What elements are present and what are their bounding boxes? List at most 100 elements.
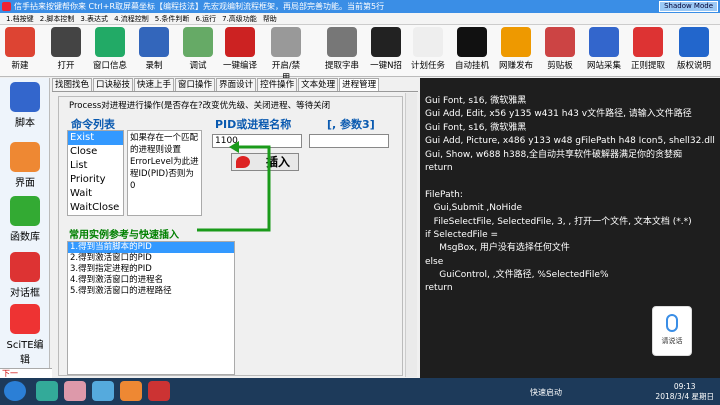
command-list[interactable]: Exist Close List Priority Wait WaitClose bbox=[67, 130, 124, 216]
toolbar-button[interactable]: 一键N招 bbox=[368, 27, 404, 75]
toolbar-button[interactable]: 一键编译 bbox=[222, 27, 258, 75]
shadow-mode-button[interactable]: Shadow Mode bbox=[659, 1, 718, 12]
command-item[interactable]: Close bbox=[68, 145, 123, 159]
toolbar-label: 新建 bbox=[11, 61, 29, 71]
sidebar-item[interactable]: 界面 bbox=[2, 142, 48, 189]
command-description: 如果存在一个匹配的进程则设置ErrorLevel为此进程ID(PID)否则为0 bbox=[127, 130, 202, 216]
tab[interactable]: 界面设计 bbox=[216, 78, 257, 91]
toolbar-button[interactable]: 网站采集 bbox=[586, 27, 622, 75]
sidebar-item[interactable]: SciTE编辑 bbox=[2, 304, 48, 366]
command-item[interactable]: Exist bbox=[68, 131, 123, 145]
tab[interactable]: 快速上手 bbox=[134, 78, 175, 91]
example-item[interactable]: 3.得到指定进程的PID bbox=[68, 264, 234, 275]
toolbar-button[interactable]: 录制 bbox=[136, 27, 172, 75]
toolbar-button[interactable]: 新建 bbox=[2, 27, 38, 75]
sidebar-label: 脚本 bbox=[15, 118, 35, 129]
toolbar-button[interactable]: 正则提取 bbox=[630, 27, 666, 75]
toolbar-label: 计划任务 bbox=[410, 61, 445, 71]
tab[interactable]: 进程管理 bbox=[339, 78, 380, 91]
command-item[interactable]: WaitClose bbox=[68, 201, 123, 215]
command-item[interactable]: Wait bbox=[68, 187, 123, 201]
start-button-icon[interactable] bbox=[4, 381, 26, 401]
script-icon bbox=[10, 82, 40, 112]
menu-item[interactable]: 3.表达式 bbox=[80, 13, 108, 25]
toolbar-button[interactable]: 计划任务 bbox=[410, 27, 446, 75]
bottom-status-text: 下一 bbox=[0, 368, 52, 378]
command-item[interactable]: List bbox=[68, 159, 123, 173]
menu-item[interactable]: 2.脚本控制 bbox=[40, 13, 75, 25]
toolbar-button[interactable]: 版权说明 bbox=[676, 27, 712, 75]
voice-widget[interactable]: 请说话 bbox=[652, 306, 692, 356]
toolbar-button[interactable]: 开启/禁用 bbox=[268, 27, 304, 83]
tab[interactable]: 文本处理 bbox=[298, 78, 339, 91]
dialog-icon bbox=[10, 252, 40, 282]
sidebar-label: SciTE编辑 bbox=[6, 340, 44, 366]
ie-icon[interactable] bbox=[36, 381, 58, 401]
new-icon bbox=[5, 27, 35, 57]
example-item[interactable]: 4.得到激活窗口的进程名 bbox=[68, 275, 234, 286]
sidebar-label: 函数库 bbox=[10, 232, 40, 243]
tab-bar: 找图找色 口诀秘技 快速上手 窗口操作 界面设计 控件操作 文本处理 进程管理 bbox=[52, 78, 418, 92]
insert-label: 插入 bbox=[265, 155, 290, 169]
code-line: MsgBox, 用户没有选择任何文件 bbox=[425, 243, 570, 254]
toolbar-label: 打开 bbox=[57, 61, 75, 71]
leaf-icon bbox=[236, 156, 250, 168]
toolbar-button[interactable]: 自动挂机 bbox=[454, 27, 490, 75]
menu-item[interactable]: 帮助 bbox=[263, 13, 277, 25]
code-line: Gui Add, Edit, x56 y135 w431 h43 v文件路径, … bbox=[425, 109, 692, 120]
title-bar: 信手拈来按键帮你来 Ctrl+R取屏幕坐标【编程技法】先宏观编制流程框架，再局部… bbox=[0, 0, 720, 13]
code-line: FileSelectFile, SelectedFile, 3, , 打开一个文… bbox=[425, 216, 692, 227]
pid-input[interactable] bbox=[212, 134, 302, 148]
gift-icon bbox=[10, 196, 40, 226]
example-item[interactable]: 1.得到当前脚本的PID bbox=[68, 242, 234, 253]
process-panel: Process对进程进行操作(是否存在?改变优先级、关闭进程、等待关闭 命令列表… bbox=[58, 96, 403, 376]
menu-item[interactable]: 1.档按键 bbox=[6, 13, 34, 25]
toolbar-button[interactable]: 网赚发布 bbox=[498, 27, 534, 75]
toolbar-label: 剪贴板 bbox=[547, 61, 573, 71]
param-input[interactable] bbox=[309, 134, 389, 148]
tab[interactable]: 口诀秘技 bbox=[93, 78, 134, 91]
examples-list[interactable]: 1.得到当前脚本的PID 2.得到激活窗口的PID 3.得到指定进程的PID 4.得到… bbox=[67, 241, 235, 375]
menu-item[interactable]: 5.条件判断 bbox=[155, 13, 190, 25]
toolbar-button[interactable]: 提取字串 bbox=[324, 27, 360, 75]
menu-item[interactable]: 6.运行 bbox=[195, 13, 216, 25]
insert-button[interactable]: 插入 bbox=[231, 153, 299, 171]
code-line: Gui Font, s16, 微软雅黑 bbox=[425, 122, 527, 133]
menu-item[interactable]: 7.高级功能 bbox=[222, 13, 257, 25]
app-icon-2[interactable] bbox=[120, 381, 142, 401]
toolbar-label: 录制 bbox=[145, 61, 163, 71]
toolbar-button[interactable]: 剪贴板 bbox=[542, 27, 578, 75]
microphone-icon bbox=[666, 314, 678, 332]
clock-date: 2018/3/4 星期日 bbox=[655, 392, 714, 401]
toolbar-button[interactable]: 打开 bbox=[48, 27, 84, 75]
code-line: if SelectedFile = bbox=[425, 229, 499, 240]
toolbar-label: 网赚发布 bbox=[498, 61, 533, 71]
toolbar-button[interactable]: 调试 bbox=[180, 27, 216, 75]
tab[interactable]: 控件操作 bbox=[257, 78, 298, 91]
folder-icon[interactable] bbox=[64, 381, 86, 401]
menu-item[interactable]: 4.流程控制 bbox=[114, 13, 149, 25]
sidebar-item[interactable]: 函数库 bbox=[2, 196, 48, 243]
command-item[interactable]: Priority bbox=[68, 173, 123, 187]
copyright-icon bbox=[679, 27, 709, 57]
toolbar-button[interactable]: 窗口信息 bbox=[92, 27, 128, 75]
example-item[interactable]: 2.得到激活窗口的PID bbox=[68, 253, 234, 264]
app-icon-3[interactable] bbox=[148, 381, 170, 401]
toolbar-label: 网站采集 bbox=[586, 61, 621, 71]
code-line: Gui Font, s16, 微软雅黑 bbox=[425, 96, 527, 106]
auto-icon bbox=[457, 27, 487, 57]
extract-string-icon bbox=[327, 27, 357, 57]
app-icon-1[interactable] bbox=[92, 381, 114, 401]
toggle-icon bbox=[271, 27, 301, 57]
sidebar-item[interactable]: 脚本 bbox=[2, 82, 48, 129]
window-info-icon bbox=[95, 27, 125, 57]
tab[interactable]: 找图找色 bbox=[52, 78, 93, 91]
toolbar-label: 版权说明 bbox=[676, 61, 711, 71]
panel-scrollbar[interactable] bbox=[405, 93, 417, 377]
toolbar-label: 一键编译 bbox=[222, 61, 257, 71]
tab[interactable]: 窗口操作 bbox=[175, 78, 216, 91]
collect-icon bbox=[589, 27, 619, 57]
example-item[interactable]: 5.得到激活窗口的进程路径 bbox=[68, 286, 234, 297]
sidebar-item[interactable]: 对话框 bbox=[2, 252, 48, 299]
clock-time: 09:13 bbox=[673, 382, 696, 391]
